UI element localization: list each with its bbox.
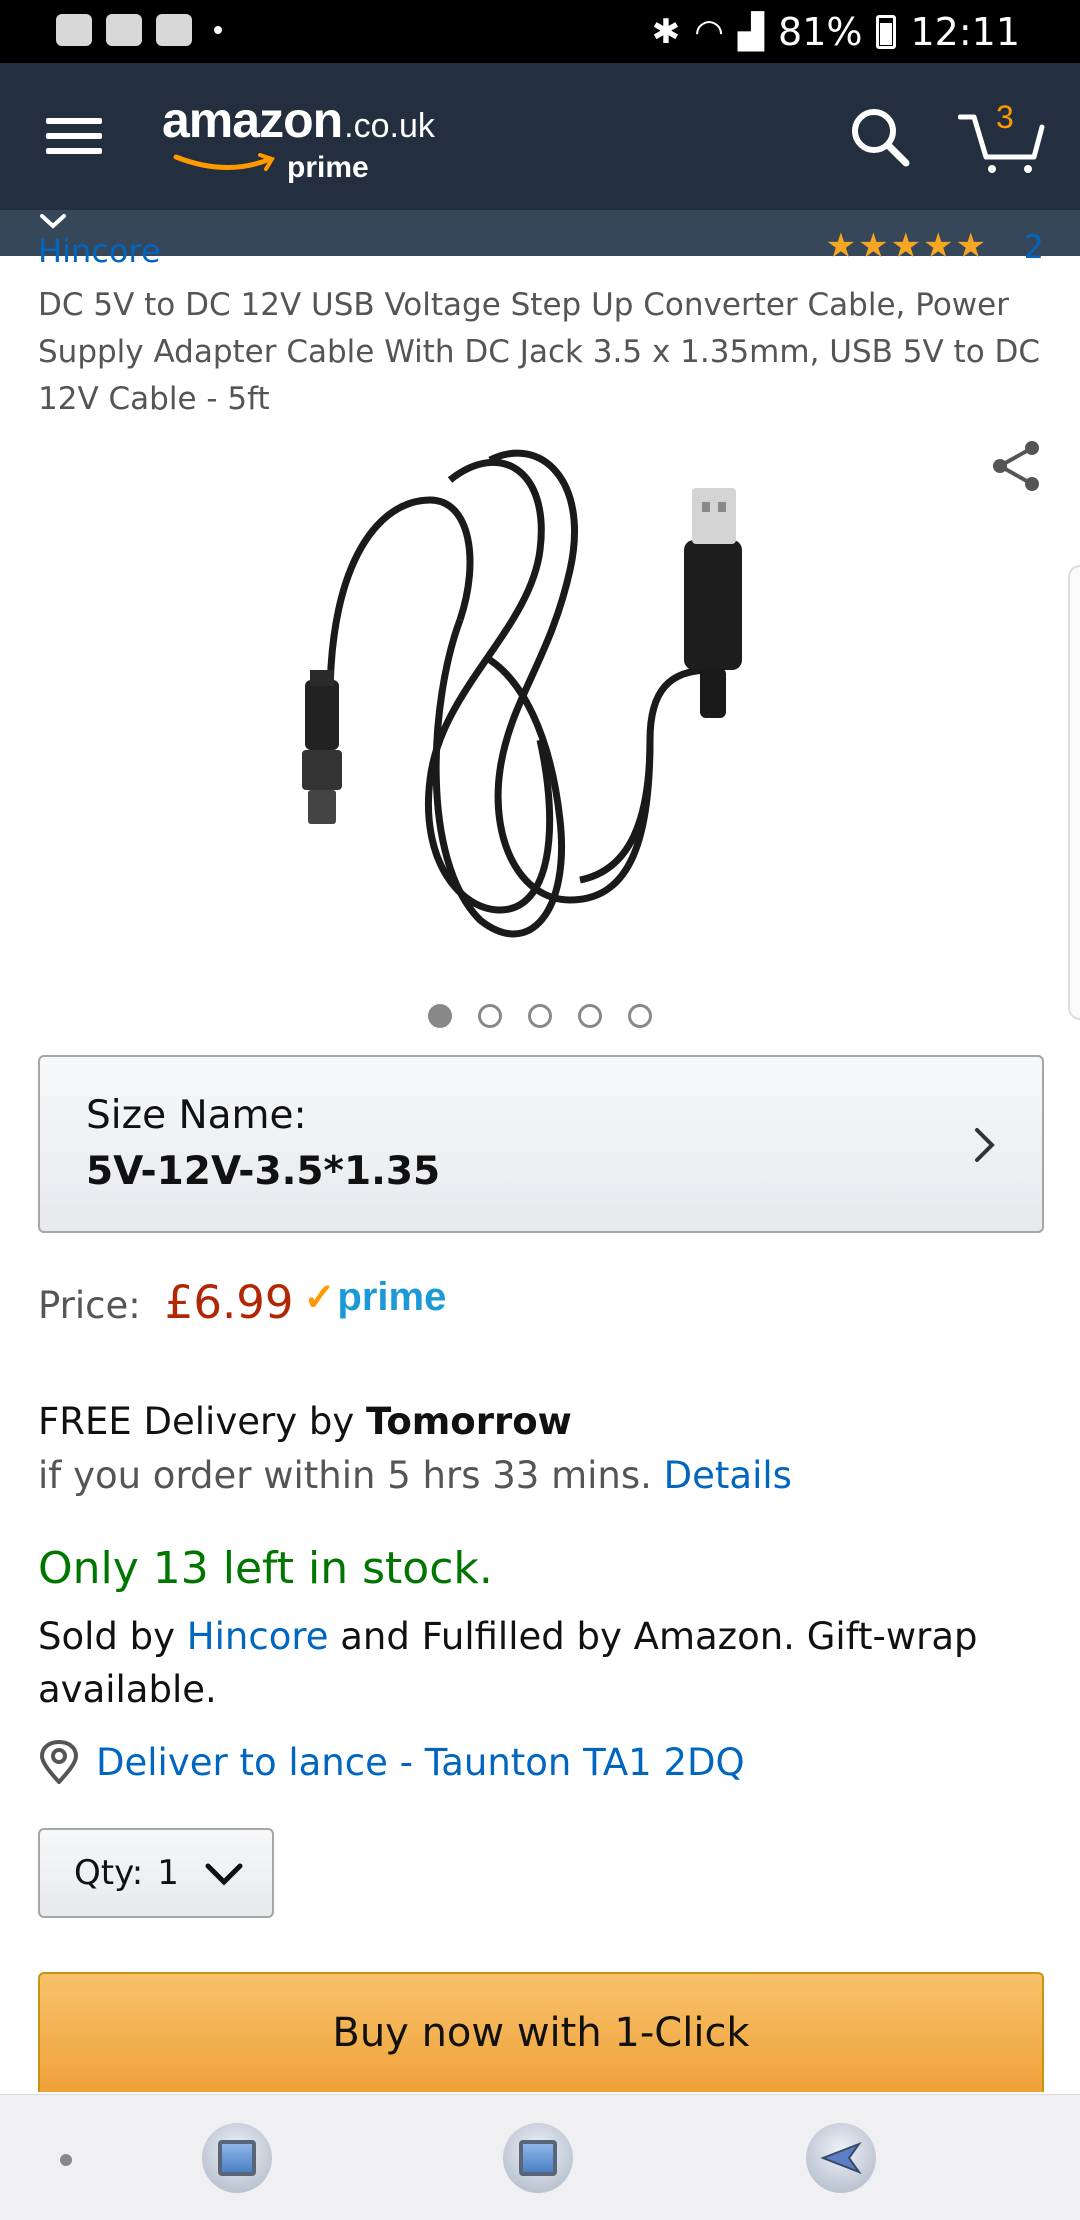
size-value: 5V-12V-3.5*1.35 bbox=[86, 1149, 441, 1194]
seller-prefix: Sold by bbox=[38, 1615, 187, 1658]
quantity-value: 1 bbox=[157, 1853, 179, 1893]
wifi-icon: ◠ bbox=[694, 12, 724, 52]
recent-apps-icon bbox=[218, 2140, 256, 2176]
delivery-prefix: FREE Delivery by bbox=[38, 1400, 366, 1443]
signal-icon: ▟ bbox=[737, 12, 765, 52]
prime-badge: ✓prime bbox=[304, 1275, 447, 1320]
deliver-to-row[interactable]: Deliver to lance - Taunton TA1 2DQ bbox=[38, 1740, 745, 1784]
size-selector[interactable]: Size Name: 5V-12V-3.5*1.35 bbox=[38, 1055, 1044, 1233]
price-value: £6.99 bbox=[164, 1276, 294, 1329]
stock-status: Only 13 left in stock. bbox=[38, 1543, 493, 1594]
product-title: DC 5V to DC 12V USB Voltage Step Up Conv… bbox=[38, 287, 1041, 417]
brand-link[interactable]: Hincore bbox=[38, 232, 161, 270]
recent-apps-button[interactable] bbox=[202, 2123, 272, 2193]
quantity-label: Qty: bbox=[74, 1853, 144, 1893]
brand-row: Hincore ★★★★★ 2 bbox=[38, 232, 1044, 272]
discord-icon bbox=[106, 14, 142, 46]
rating-stars-icon[interactable]: ★★★★★ bbox=[826, 232, 988, 266]
amazon-prime-logo[interactable]: amazon.co.uk prime bbox=[162, 91, 435, 184]
logo-tld: .co.uk bbox=[344, 107, 435, 145]
discord-icon bbox=[56, 14, 92, 46]
home-icon bbox=[519, 2140, 557, 2176]
seller-link[interactable]: Hincore bbox=[187, 1615, 329, 1658]
battery-icon bbox=[876, 15, 897, 49]
carousel-dot[interactable] bbox=[478, 1004, 502, 1028]
price-row: Price: £6.99 ✓prime bbox=[38, 1275, 447, 1329]
image-icon bbox=[156, 14, 192, 46]
search-icon[interactable] bbox=[848, 105, 912, 169]
next-panel-edge[interactable] bbox=[1068, 565, 1080, 1020]
carousel-dot[interactable] bbox=[528, 1004, 552, 1028]
carousel-dot[interactable] bbox=[578, 1004, 602, 1028]
chevron-right-icon bbox=[975, 1128, 995, 1162]
carousel-dot[interactable] bbox=[628, 1004, 652, 1028]
system-nav-bar bbox=[0, 2094, 1080, 2220]
more-notifications-icon bbox=[214, 26, 222, 34]
delivery-day: Tomorrow bbox=[366, 1400, 572, 1443]
home-button[interactable] bbox=[503, 2123, 573, 2193]
deliver-to-link[interactable]: Deliver to lance - Taunton TA1 2DQ bbox=[96, 1741, 745, 1784]
status-bar: ✱ ◠ ▟ 81% 12:11 bbox=[0, 0, 1080, 63]
prime-check-icon: ✓ bbox=[303, 1277, 336, 1319]
battery-percent: 81% bbox=[778, 10, 863, 54]
back-button[interactable] bbox=[806, 2123, 876, 2193]
logo-main: amazon bbox=[162, 92, 343, 148]
app-header: amazon.co.uk prime 3 bbox=[0, 63, 1080, 210]
buy-now-button[interactable]: Buy now with 1-Click bbox=[38, 1972, 1044, 2092]
details-link[interactable]: Details bbox=[664, 1454, 792, 1497]
product-image[interactable] bbox=[290, 440, 790, 960]
clock: 12:11 bbox=[910, 10, 1020, 54]
size-label: Size Name: bbox=[86, 1093, 307, 1138]
chevron-down-icon bbox=[205, 1863, 243, 1886]
quantity-select[interactable]: Qty: 1 bbox=[38, 1828, 274, 1918]
back-icon bbox=[820, 2141, 862, 2175]
location-pin-icon bbox=[39, 1740, 79, 1784]
logo-smile-icon bbox=[173, 153, 275, 171]
rating-count[interactable]: 2 bbox=[1024, 232, 1044, 266]
delivery-cutoff: if you order within 5 hrs 33 mins. Detai… bbox=[38, 1454, 792, 1497]
delivery-cutoff-text: if you order within 5 hrs 33 mins. bbox=[38, 1454, 664, 1497]
delivery-date: FREE Delivery by Tomorrow bbox=[38, 1400, 572, 1443]
image-carousel-dots bbox=[428, 1004, 652, 1028]
bluetooth-icon: ✱ bbox=[651, 12, 681, 52]
carousel-dot[interactable] bbox=[428, 1004, 452, 1028]
notification-icons bbox=[56, 14, 222, 46]
cart-button[interactable]: 3 bbox=[957, 99, 1046, 175]
seller-info: Sold by Hincore and Fulfilled by Amazon.… bbox=[38, 1610, 1048, 1716]
logo-prime: prime bbox=[287, 151, 369, 184]
menu-icon[interactable] bbox=[46, 114, 102, 158]
cart-count: 3 bbox=[996, 99, 1014, 135]
nav-dot-icon[interactable] bbox=[60, 2154, 72, 2166]
price-label: Price: bbox=[38, 1284, 141, 1327]
share-icon[interactable] bbox=[988, 438, 1044, 494]
prime-label: prime bbox=[337, 1275, 447, 1319]
chevron-down-icon[interactable] bbox=[38, 212, 68, 232]
